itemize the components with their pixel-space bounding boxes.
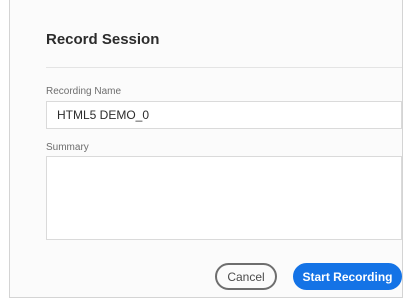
title-divider <box>46 67 402 68</box>
recording-name-input[interactable] <box>46 101 402 129</box>
recording-name-label: Recording Name <box>46 86 122 97</box>
record-session-dialog: Record Session Recording Name Summary Ca… <box>9 0 403 298</box>
cancel-button[interactable]: Cancel <box>215 263 277 290</box>
summary-input[interactable] <box>46 156 402 240</box>
start-recording-button[interactable]: Start Recording <box>293 263 402 290</box>
dialog-title: Record Session <box>46 31 160 48</box>
summary-label: Summary <box>46 142 89 153</box>
